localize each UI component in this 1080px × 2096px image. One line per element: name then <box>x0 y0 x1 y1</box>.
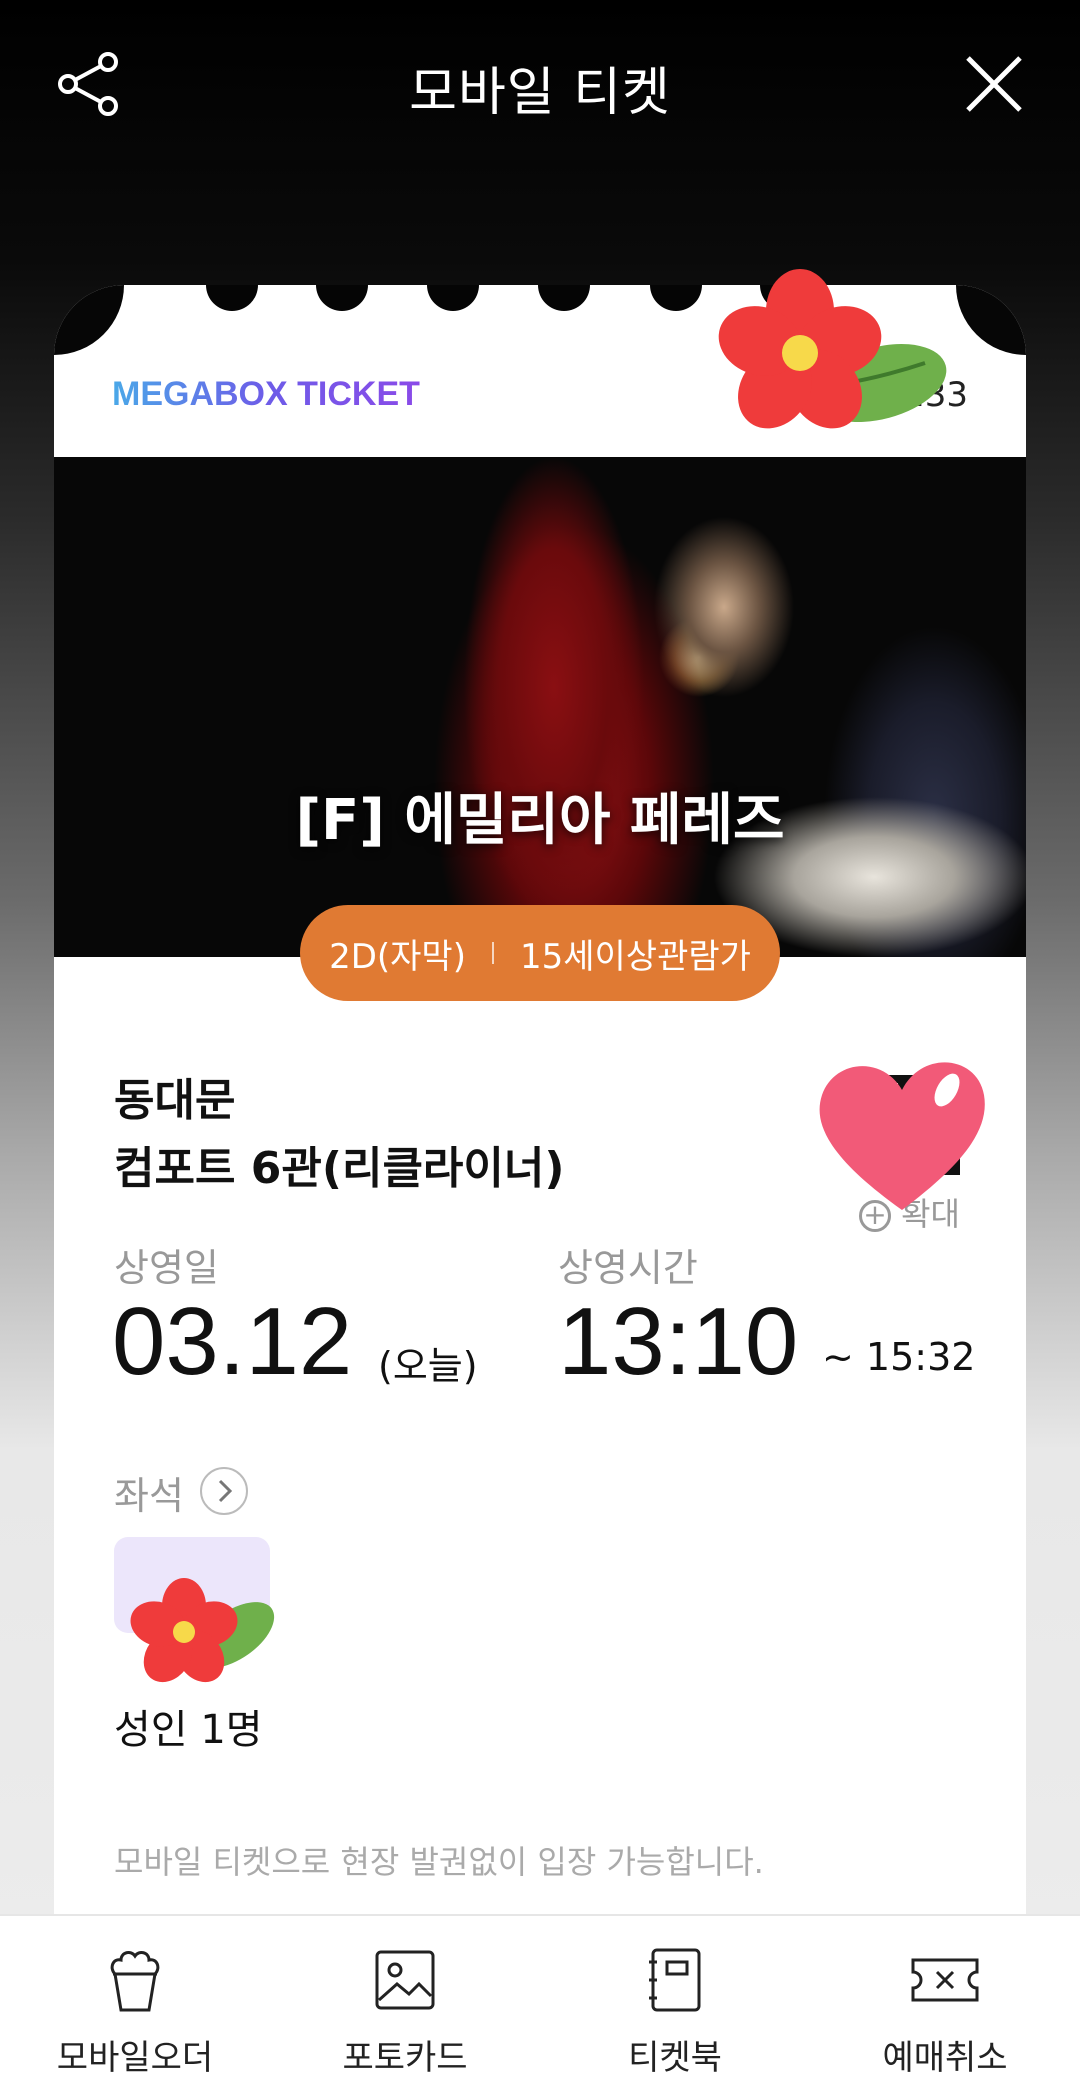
ticket-notch <box>206 285 258 311</box>
ticket-notch <box>650 285 702 311</box>
nav-label: 포토카드 <box>342 2038 468 2078</box>
nav-label: 모바일오더 <box>56 2038 214 2078</box>
format-rating-badge: 2D(자막) 15세이상관람가 <box>300 905 780 1001</box>
seat-label: 좌석 <box>114 1474 184 1518</box>
movie-title: [F] 에밀리아 페레즈 <box>295 788 785 853</box>
brand-label: MEGABOX TICKET <box>112 375 420 413</box>
separator <box>491 942 494 964</box>
audience-count: 성인 1명 <box>114 1707 263 1753</box>
theater-info: 동대문 컴포트 6관(리클라이너) <box>114 1067 564 1203</box>
seat-detail-button[interactable] <box>200 1467 248 1515</box>
ticket-notch <box>538 285 590 311</box>
flower-sticker-icon <box>130 1578 275 1683</box>
photo-icon <box>375 1950 435 2010</box>
date-value: 03.12 <box>112 1288 353 1395</box>
nav-cancel-booking[interactable]: 예매취소 <box>810 1916 1080 2096</box>
cancel-ticket-icon <box>911 1958 979 2002</box>
header: 모바일 티켓 <box>0 0 1080 170</box>
nav-label: 티켓북 <box>628 2038 722 2078</box>
close-button[interactable] <box>960 50 1028 118</box>
entry-notice: 모바일 티켓으로 현장 발권없이 입장 가능합니다. <box>114 1843 764 1881</box>
nav-ticket-book[interactable]: 티켓북 <box>540 1916 810 2096</box>
flower-sticker-icon <box>718 269 947 429</box>
page-title: 모바일 티켓 <box>409 63 671 123</box>
branch-name: 동대문 <box>114 1075 236 1126</box>
chevron-right-icon <box>218 1479 233 1503</box>
ticket-notch <box>427 285 479 311</box>
popcorn-icon <box>110 1951 160 2012</box>
screen-name: 컴포트 6관(리클라이너) <box>114 1143 565 1194</box>
ticket-book-icon <box>649 1948 701 2012</box>
nav-photo-card[interactable]: 포토카드 <box>270 1916 540 2096</box>
bottom-nav: 모바일오더 포토카드 티켓북 예매취소 <box>0 1914 1080 2096</box>
movie-poster: [F] 에밀리아 페레즈 <box>54 457 1026 957</box>
nav-mobile-order[interactable]: 모바일오더 <box>0 1916 270 2096</box>
close-icon <box>966 56 1022 112</box>
time-start: 13:10 <box>558 1288 799 1395</box>
ticket-corner <box>54 285 124 355</box>
format-label: 2D(자막) <box>329 936 466 977</box>
date-note: (오늘) <box>378 1344 478 1388</box>
rating-label: 15세이상관람가 <box>519 936 751 977</box>
heart-sticker-icon <box>819 1062 985 1210</box>
ticket-corner <box>956 285 1026 355</box>
date-label: 상영일 <box>114 1246 219 1290</box>
time-label: 상영시간 <box>558 1246 698 1290</box>
time-end: ~ 15:32 <box>822 1335 976 1379</box>
nav-label: 예매취소 <box>882 2038 1008 2078</box>
ticket-notch <box>316 285 368 311</box>
